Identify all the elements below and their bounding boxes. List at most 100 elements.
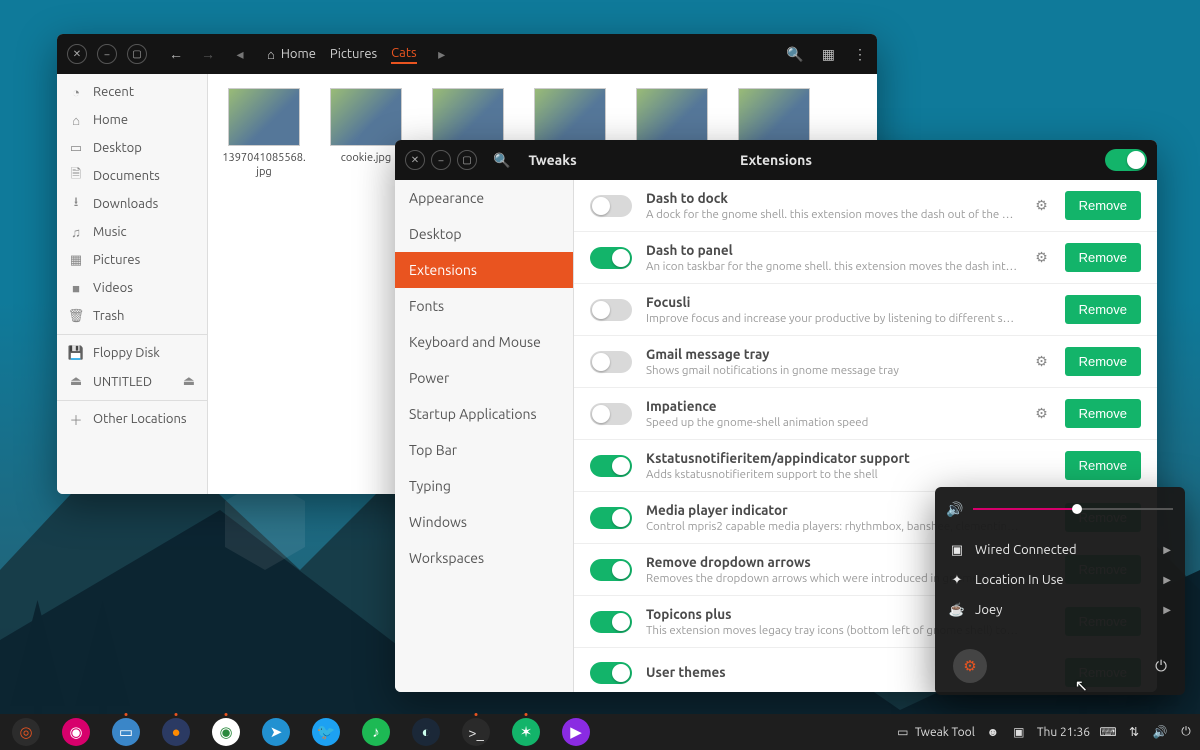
dock-app-steam[interactable]: ◐: [412, 718, 440, 746]
gear-icon[interactable]: ⚙: [1033, 197, 1051, 214]
settings-button[interactable]: ⚙: [953, 649, 987, 683]
category-extensions[interactable]: Extensions: [395, 252, 573, 288]
status-row-location-in-use[interactable]: ✦Location In Use▶: [947, 565, 1173, 595]
tray-indicator-icon[interactable]: ☻: [985, 724, 1001, 740]
dock-app-twitter[interactable]: 🐦: [312, 718, 340, 746]
maximize-icon[interactable]: ▢: [457, 150, 477, 170]
clock[interactable]: Thu 21:36: [1037, 726, 1090, 739]
sidebar-item-trash[interactable]: 🗑Trash: [57, 302, 207, 330]
remove-button[interactable]: Remove: [1065, 243, 1141, 272]
sidebar-item-downloads[interactable]: ⭳Downloads: [57, 190, 207, 218]
remove-button[interactable]: Remove: [1065, 191, 1141, 220]
power-tray-icon[interactable]: ⏻: [1178, 724, 1194, 740]
sidebar-item-home[interactable]: ⌂ Home: [57, 106, 207, 134]
status-row-joey[interactable]: ☕Joey▶: [947, 595, 1173, 625]
crumb-cats[interactable]: Cats: [391, 46, 416, 64]
volume-row: 🔊: [947, 501, 1173, 517]
crumb-home[interactable]: ⌂Home: [267, 47, 316, 62]
focused-app-label[interactable]: ▭Tweak Tool: [895, 724, 975, 740]
remove-button[interactable]: Remove: [1065, 295, 1141, 324]
extension-toggle[interactable]: [590, 195, 632, 217]
search-icon[interactable]: 🔍: [786, 46, 803, 63]
category-keyboard-and-mouse[interactable]: Keyboard and Mouse: [395, 324, 573, 360]
dropbox-icon[interactable]: ▣: [1011, 724, 1027, 740]
sidebar-item-documents[interactable]: 🗎Documents: [57, 162, 207, 190]
sidebar-item-pictures[interactable]: ▦Pictures: [57, 246, 207, 274]
view-grid-icon[interactable]: ▦: [822, 46, 835, 63]
sidebar-item-desktop[interactable]: ▭Desktop: [57, 134, 207, 162]
path-next-icon[interactable]: ▸: [431, 43, 453, 65]
keyboard-layout-icon[interactable]: ⌨: [1100, 724, 1116, 740]
dock-app-terminal[interactable]: >_: [462, 718, 490, 746]
category-desktop[interactable]: Desktop: [395, 216, 573, 252]
network-icon[interactable]: ⇅: [1126, 724, 1142, 740]
path-prev-icon[interactable]: ◂: [229, 43, 251, 65]
dock-app-video[interactable]: ▶: [562, 718, 590, 746]
dock-app-firefox[interactable]: ●: [162, 718, 190, 746]
extension-toggle[interactable]: [590, 662, 632, 684]
sidebar-device-untitled[interactable]: ⏏UNTITLED⏏: [57, 367, 207, 396]
close-icon[interactable]: ✕: [67, 44, 87, 64]
tweaks-categories: AppearanceDesktopExtensionsFontsKeyboard…: [395, 180, 574, 692]
dock-app-chrome[interactable]: ◉: [212, 718, 240, 746]
extension-toggle[interactable]: [590, 611, 632, 633]
remove-button[interactable]: Remove: [1065, 347, 1141, 376]
dock-app-tweaks[interactable]: ✶: [512, 718, 540, 746]
tweaks-titlebar[interactable]: ✕ – ▢ 🔍 Tweaks Extensions: [395, 140, 1157, 180]
category-windows[interactable]: Windows: [395, 504, 573, 540]
category-top-bar[interactable]: Top Bar: [395, 432, 573, 468]
image-icon: [228, 88, 300, 146]
sidebar-other-locations[interactable]: ＋Other Locations: [57, 405, 207, 433]
category-typing[interactable]: Typing: [395, 468, 573, 504]
extension-toggle[interactable]: [590, 455, 632, 477]
sidebar-item-label: Home: [93, 113, 128, 127]
nav-back-button[interactable]: ←: [165, 43, 187, 65]
search-icon[interactable]: 🔍: [493, 152, 510, 169]
dock-app-spotify[interactable]: ♪: [362, 718, 390, 746]
hamburger-menu-icon[interactable]: ⋮: [853, 46, 867, 63]
sidebar-item-recent[interactable]: ◔Recent: [57, 78, 207, 106]
gear-icon[interactable]: ⚙: [1033, 405, 1051, 422]
category-startup-applications[interactable]: Startup Applications: [395, 396, 573, 432]
dock-app-screenshot[interactable]: ◉: [62, 718, 90, 746]
gear-icon[interactable]: ⚙: [1033, 249, 1051, 266]
extension-toggle[interactable]: [590, 299, 632, 321]
maximize-icon[interactable]: ▢: [127, 44, 147, 64]
dock-app-show-apps[interactable]: ◎: [12, 718, 40, 746]
crumb-pictures[interactable]: Pictures: [330, 47, 377, 61]
file-thumbnail[interactable]: 1397041085568.jpg: [222, 88, 306, 180]
status-row-wired-connected[interactable]: ▣Wired Connected▶: [947, 535, 1173, 565]
extension-toggle[interactable]: [590, 351, 632, 373]
sidebar-device-floppy-disk[interactable]: 💾Floppy Disk: [57, 339, 207, 367]
extension-toggle[interactable]: [590, 507, 632, 529]
category-appearance[interactable]: Appearance: [395, 180, 573, 216]
volume-tray-icon[interactable]: 🔊: [1152, 724, 1168, 740]
volume-slider[interactable]: [973, 508, 1173, 510]
extension-name: Focusli: [646, 294, 1019, 310]
gear-icon[interactable]: ⚙: [1033, 353, 1051, 370]
minimize-icon[interactable]: –: [431, 150, 451, 170]
extension-toggle[interactable]: [590, 247, 632, 269]
dock-app-telegram[interactable]: ➤: [262, 718, 290, 746]
close-icon[interactable]: ✕: [405, 150, 425, 170]
extension-toggle[interactable]: [590, 559, 632, 581]
extension-toggle[interactable]: [590, 403, 632, 425]
extension-description: An icon taskbar for the gnome shell. thi…: [646, 260, 1019, 273]
power-icon[interactable]: ⏻: [1155, 657, 1167, 675]
category-power[interactable]: Power: [395, 360, 573, 396]
eject-icon[interactable]: ⏏: [183, 374, 195, 389]
desktop: ✕ – ▢ ← → ◂ ⌂Home Pictures Cats ▸ 🔍 ▦ ⋮ …: [0, 0, 1200, 750]
sidebar-item-videos[interactable]: ■Videos: [57, 274, 207, 302]
minimize-icon[interactable]: –: [97, 44, 117, 64]
dock-app-files[interactable]: ▭: [112, 718, 140, 746]
remove-button[interactable]: Remove: [1065, 399, 1141, 428]
category-fonts[interactable]: Fonts: [395, 288, 573, 324]
status-menu-popup: 🔊 ▣Wired Connected▶✦Location In Use▶☕Joe…: [935, 487, 1185, 695]
home-icon: ⌂: [69, 113, 83, 127]
files-titlebar[interactable]: ✕ – ▢ ← → ◂ ⌂Home Pictures Cats ▸ 🔍 ▦ ⋮: [57, 34, 877, 74]
category-workspaces[interactable]: Workspaces: [395, 540, 573, 576]
sidebar-item-music[interactable]: ♫Music: [57, 218, 207, 246]
dock: ◎ ◉ ▭ ● ◉ ➤ 🐦 ♪ ◐ >_ ✶ ▶: [6, 718, 590, 746]
extensions-master-toggle[interactable]: [1105, 149, 1147, 171]
remove-button[interactable]: Remove: [1065, 451, 1141, 480]
